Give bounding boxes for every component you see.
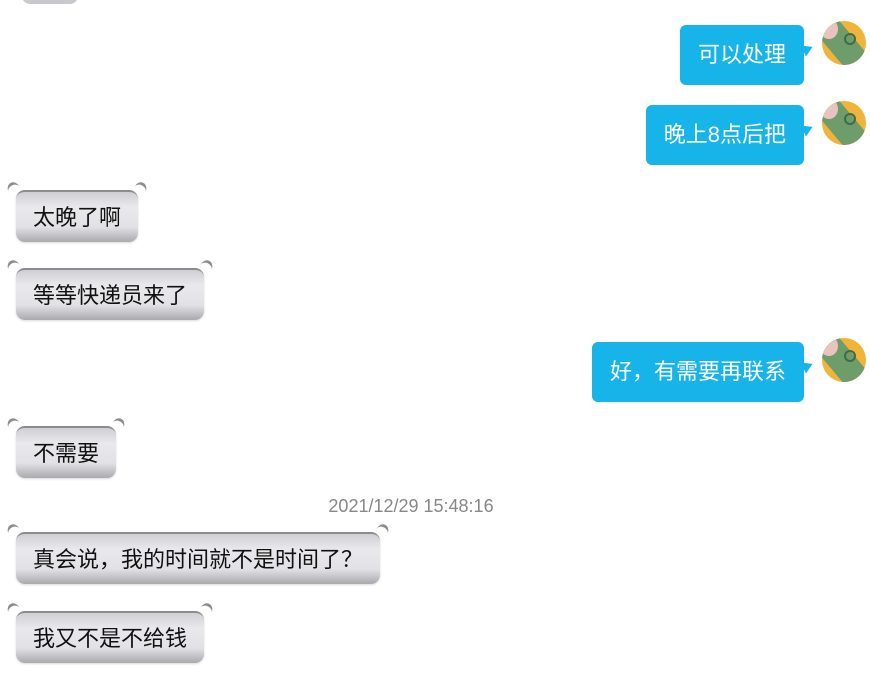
bubble-horn-right — [109, 416, 127, 435]
user-avatar-icon[interactable] — [822, 338, 866, 382]
bubble-horn-right — [131, 180, 149, 199]
message-text: 太晚了啊 — [33, 205, 122, 230]
bubble-horn-right — [197, 601, 215, 620]
message-text: 我又不是不给钱 — [33, 626, 188, 651]
bubble-horn-left — [5, 416, 23, 435]
user-avatar-icon[interactable] — [822, 101, 866, 145]
chat-window: 可以处理 晚上8点后把 太晚了啊 等等快递员来了 好，有需要再联系 不需要 20… — [0, 0, 870, 681]
outgoing-message-bubble[interactable]: 好，有需要再联系 — [591, 342, 804, 402]
incoming-message-bubble[interactable]: 真会说，我的时间就不是时间了？ — [5, 522, 391, 584]
bubble-horn-left — [5, 522, 23, 541]
bubble-horn-right — [197, 258, 215, 277]
incoming-message-bubble[interactable]: 等等快递员来了 — [5, 258, 215, 320]
incoming-message-bubble[interactable]: 太晚了啊 — [5, 180, 149, 242]
partial-message-bubble — [22, 0, 78, 4]
outgoing-message-bubble[interactable]: 可以处理 — [679, 25, 804, 85]
user-avatar-icon[interactable] — [822, 21, 866, 65]
message-text: 等等快递员来了 — [33, 283, 188, 308]
incoming-message-bubble[interactable]: 不需要 — [5, 416, 127, 478]
outgoing-message-bubble[interactable]: 晚上8点后把 — [645, 105, 804, 165]
bubble-horn-left — [5, 258, 23, 277]
message-text: 不需要 — [33, 441, 100, 466]
message-text: 真会说，我的时间就不是时间了？ — [33, 547, 364, 572]
bubble-horn-right — [373, 522, 391, 541]
message-timestamp: 2021/12/29 15:48:16 — [328, 496, 494, 516]
bubble-horn-left — [5, 601, 23, 620]
incoming-message-bubble[interactable]: 我又不是不给钱 — [5, 601, 215, 663]
bubble-horn-left — [5, 180, 23, 199]
